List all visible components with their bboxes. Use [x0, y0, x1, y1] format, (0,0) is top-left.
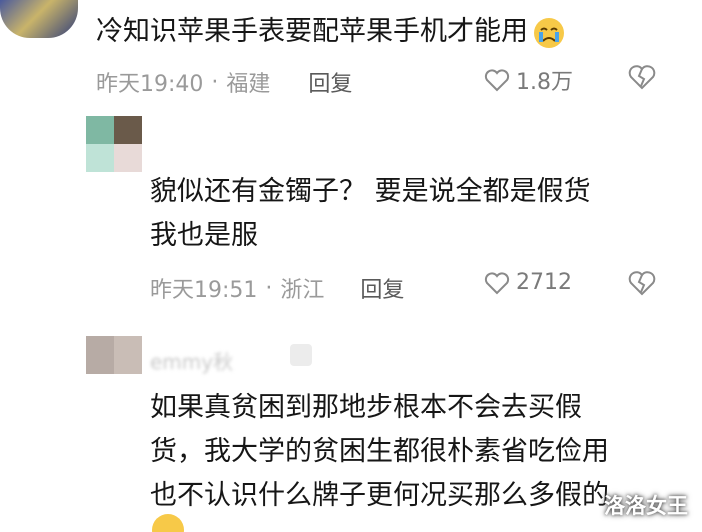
comment-meta: 昨天19:40 · 福建 回复: [96, 66, 352, 98]
blurred-badge: [290, 344, 312, 366]
heart-icon: [484, 271, 510, 294]
like-count: 1.8万: [516, 70, 573, 95]
meta-separator: ·: [265, 275, 273, 301]
broken-heart-icon: [628, 271, 656, 296]
meta-separator: ·: [211, 69, 219, 95]
comment-line: 如果真贫困到那地步根本不会去买假: [150, 392, 582, 423]
broken-heart-icon: [628, 65, 656, 90]
comment-text: 冷知识苹果手表要配苹果手机才能用: [96, 10, 566, 54]
comment-text: 貌似还有金镯子？ 要是说全都是假货 我也是服: [150, 170, 591, 258]
like-button[interactable]: 1.8万: [484, 64, 573, 96]
comment-meta: 昨天19:51 · 浙江 回复: [150, 272, 404, 304]
comment-time: 昨天19:51: [150, 278, 258, 303]
comment-line: 貌似还有金镯子？ 要是说全都是假货: [150, 176, 591, 207]
comment-location: 浙江: [280, 278, 325, 303]
comment-text: 如果真贫困到那地步根本不会去买假 货，我大学的贫困生都很朴素省吃俭用 也不认识什…: [150, 386, 609, 518]
like-count: 2712: [516, 270, 572, 295]
dislike-button[interactable]: [628, 270, 656, 296]
comment-line: 我也是服: [150, 220, 258, 251]
reply-button[interactable]: 回复: [308, 66, 352, 98]
emoji-partial-icon: [150, 512, 186, 532]
crying-face-icon: [532, 16, 566, 50]
comment-time: 昨天19:40: [96, 72, 204, 97]
comment-line: 货，我大学的贫困生都很朴素省吃俭用: [150, 436, 609, 467]
heart-icon: [484, 69, 510, 92]
username[interactable]: emmy秋: [150, 346, 233, 375]
reply-button[interactable]: 回复: [360, 272, 404, 304]
watermark: 洛洛女王: [604, 494, 688, 518]
comment-line: 也不认识什么牌子更何况买那么多假的: [150, 480, 609, 511]
avatar[interactable]: [86, 116, 142, 172]
avatar[interactable]: [86, 336, 142, 374]
comment-location: 福建: [226, 72, 271, 97]
avatar[interactable]: [0, 0, 78, 38]
like-button[interactable]: 2712: [484, 270, 572, 295]
dislike-button[interactable]: [628, 64, 656, 90]
